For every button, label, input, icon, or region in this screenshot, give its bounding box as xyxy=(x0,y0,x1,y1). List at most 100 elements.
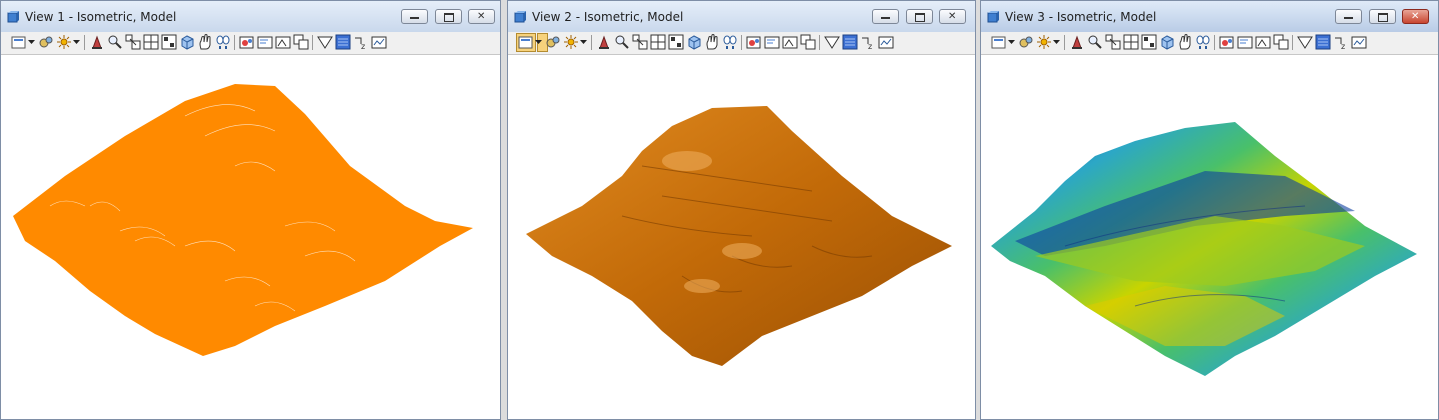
view-settings-icon[interactable] xyxy=(878,34,894,50)
chevron-down-icon[interactable] xyxy=(73,38,80,46)
toolbar-separator xyxy=(1292,35,1293,50)
update-view-icon[interactable] xyxy=(596,34,612,50)
viewport[interactable] xyxy=(512,56,971,415)
display-style-icon[interactable] xyxy=(38,34,54,50)
titlebar[interactable]: View 3 - Isometric, Model ✕ xyxy=(981,1,1438,32)
clip-volume-icon[interactable] xyxy=(782,34,798,50)
toolbar-separator xyxy=(1064,35,1065,50)
view-toolbar: z xyxy=(1,32,500,55)
titlebar[interactable]: View 2 - Isometric, Model ✕ xyxy=(508,1,975,32)
minimize-button[interactable] xyxy=(1335,9,1362,24)
maximize-button[interactable] xyxy=(435,9,462,24)
clip-mask-icon[interactable] xyxy=(1273,34,1289,50)
view-toolbar: z xyxy=(508,32,975,55)
display-style-icon[interactable] xyxy=(1018,34,1034,50)
close-button[interactable]: ✕ xyxy=(468,9,495,24)
zoom-out-icon[interactable] xyxy=(632,34,648,50)
toolbar-separator xyxy=(741,35,742,50)
rotate-view-icon[interactable] xyxy=(1159,34,1175,50)
chevron-down-icon[interactable] xyxy=(28,38,35,46)
view-cube-icon xyxy=(7,11,19,23)
view-settings-icon[interactable] xyxy=(1351,34,1367,50)
toolbar-separator xyxy=(84,35,85,50)
zoom-out-icon[interactable] xyxy=(125,34,141,50)
view-settings-icon[interactable] xyxy=(371,34,387,50)
toolbar-separator xyxy=(1214,35,1215,50)
view-window-1[interactable]: View 1 - Isometric, Model ✕ z xyxy=(0,0,501,420)
view-window-2[interactable]: View 2 - Isometric, Model ✕ z xyxy=(507,0,976,420)
copy-view-icon[interactable] xyxy=(764,34,780,50)
svg-text:z: z xyxy=(1341,42,1345,50)
viewport[interactable] xyxy=(985,56,1434,415)
update-view-icon[interactable] xyxy=(1069,34,1085,50)
fit-view-icon[interactable] xyxy=(668,34,684,50)
close-button[interactable]: ✕ xyxy=(1402,9,1429,24)
view-next-icon[interactable] xyxy=(239,34,255,50)
maximize-button[interactable] xyxy=(906,9,933,24)
copy-view-icon[interactable] xyxy=(1237,34,1253,50)
toolbar-separator xyxy=(234,35,235,50)
change-view-perspective-icon[interactable] xyxy=(824,34,840,50)
chevron-down-icon[interactable] xyxy=(1008,38,1015,46)
minimize-button[interactable] xyxy=(872,9,899,24)
clip-mask-icon[interactable] xyxy=(293,34,309,50)
zoom-out-icon[interactable] xyxy=(1105,34,1121,50)
zoom-in-icon[interactable] xyxy=(614,34,630,50)
lighting-icon[interactable] xyxy=(563,34,579,50)
clip-volume-icon[interactable] xyxy=(275,34,291,50)
camera-icon[interactable]: z xyxy=(860,34,876,50)
view-toolbar: z xyxy=(981,32,1438,55)
minimize-button[interactable] xyxy=(401,9,428,24)
change-view-perspective-icon[interactable] xyxy=(317,34,333,50)
camera-icon[interactable]: z xyxy=(353,34,369,50)
rotate-view-icon[interactable] xyxy=(179,34,195,50)
window-area-icon[interactable] xyxy=(1123,34,1139,50)
titlebar[interactable]: View 1 - Isometric, Model ✕ xyxy=(1,1,500,32)
zoom-in-icon[interactable] xyxy=(107,34,123,50)
clip-volume-icon[interactable] xyxy=(1255,34,1271,50)
chevron-down-icon[interactable] xyxy=(580,38,587,46)
view-next-icon[interactable] xyxy=(746,34,762,50)
view-cube-icon xyxy=(987,11,999,23)
view-previous-icon[interactable] xyxy=(1195,34,1211,50)
toolbar-separator xyxy=(591,35,592,50)
svg-text:z: z xyxy=(868,42,872,50)
wireframe-terrain-model xyxy=(13,84,473,356)
pan-view-icon[interactable] xyxy=(1177,34,1193,50)
lighting-icon[interactable] xyxy=(1036,34,1052,50)
maximize-button[interactable] xyxy=(1369,9,1396,24)
toggle-3d-icon[interactable] xyxy=(335,34,351,50)
chevron-down-icon[interactable] xyxy=(1053,38,1060,46)
change-view-perspective-icon[interactable] xyxy=(1297,34,1313,50)
display-style-icon[interactable] xyxy=(545,34,561,50)
shaded-terrain-model xyxy=(526,106,952,366)
view-attributes-icon[interactable] xyxy=(11,34,27,50)
update-view-icon[interactable] xyxy=(89,34,105,50)
toggle-3d-icon[interactable] xyxy=(1315,34,1331,50)
close-button[interactable]: ✕ xyxy=(939,9,966,24)
view-attributes-icon[interactable] xyxy=(991,34,1007,50)
view-window-3[interactable]: View 3 - Isometric, Model ✕ z xyxy=(980,0,1439,420)
window-title: View 1 - Isometric, Model xyxy=(25,10,177,24)
chevron-down-icon[interactable] xyxy=(535,38,542,46)
clip-mask-icon[interactable] xyxy=(800,34,816,50)
view-previous-icon[interactable] xyxy=(215,34,231,50)
pan-view-icon[interactable] xyxy=(197,34,213,50)
window-area-icon[interactable] xyxy=(143,34,159,50)
toggle-3d-icon[interactable] xyxy=(842,34,858,50)
camera-icon[interactable]: z xyxy=(1333,34,1349,50)
rotate-view-icon[interactable] xyxy=(686,34,702,50)
lighting-icon[interactable] xyxy=(56,34,72,50)
view-previous-icon[interactable] xyxy=(722,34,738,50)
view-next-icon[interactable] xyxy=(1219,34,1235,50)
fit-view-icon[interactable] xyxy=(1141,34,1157,50)
view-cube-icon xyxy=(514,11,526,23)
window-title: View 3 - Isometric, Model xyxy=(1005,10,1157,24)
view-attributes-icon[interactable] xyxy=(518,34,534,50)
window-area-icon[interactable] xyxy=(650,34,666,50)
pan-view-icon[interactable] xyxy=(704,34,720,50)
viewport[interactable] xyxy=(5,56,496,415)
fit-view-icon[interactable] xyxy=(161,34,177,50)
zoom-in-icon[interactable] xyxy=(1087,34,1103,50)
copy-view-icon[interactable] xyxy=(257,34,273,50)
